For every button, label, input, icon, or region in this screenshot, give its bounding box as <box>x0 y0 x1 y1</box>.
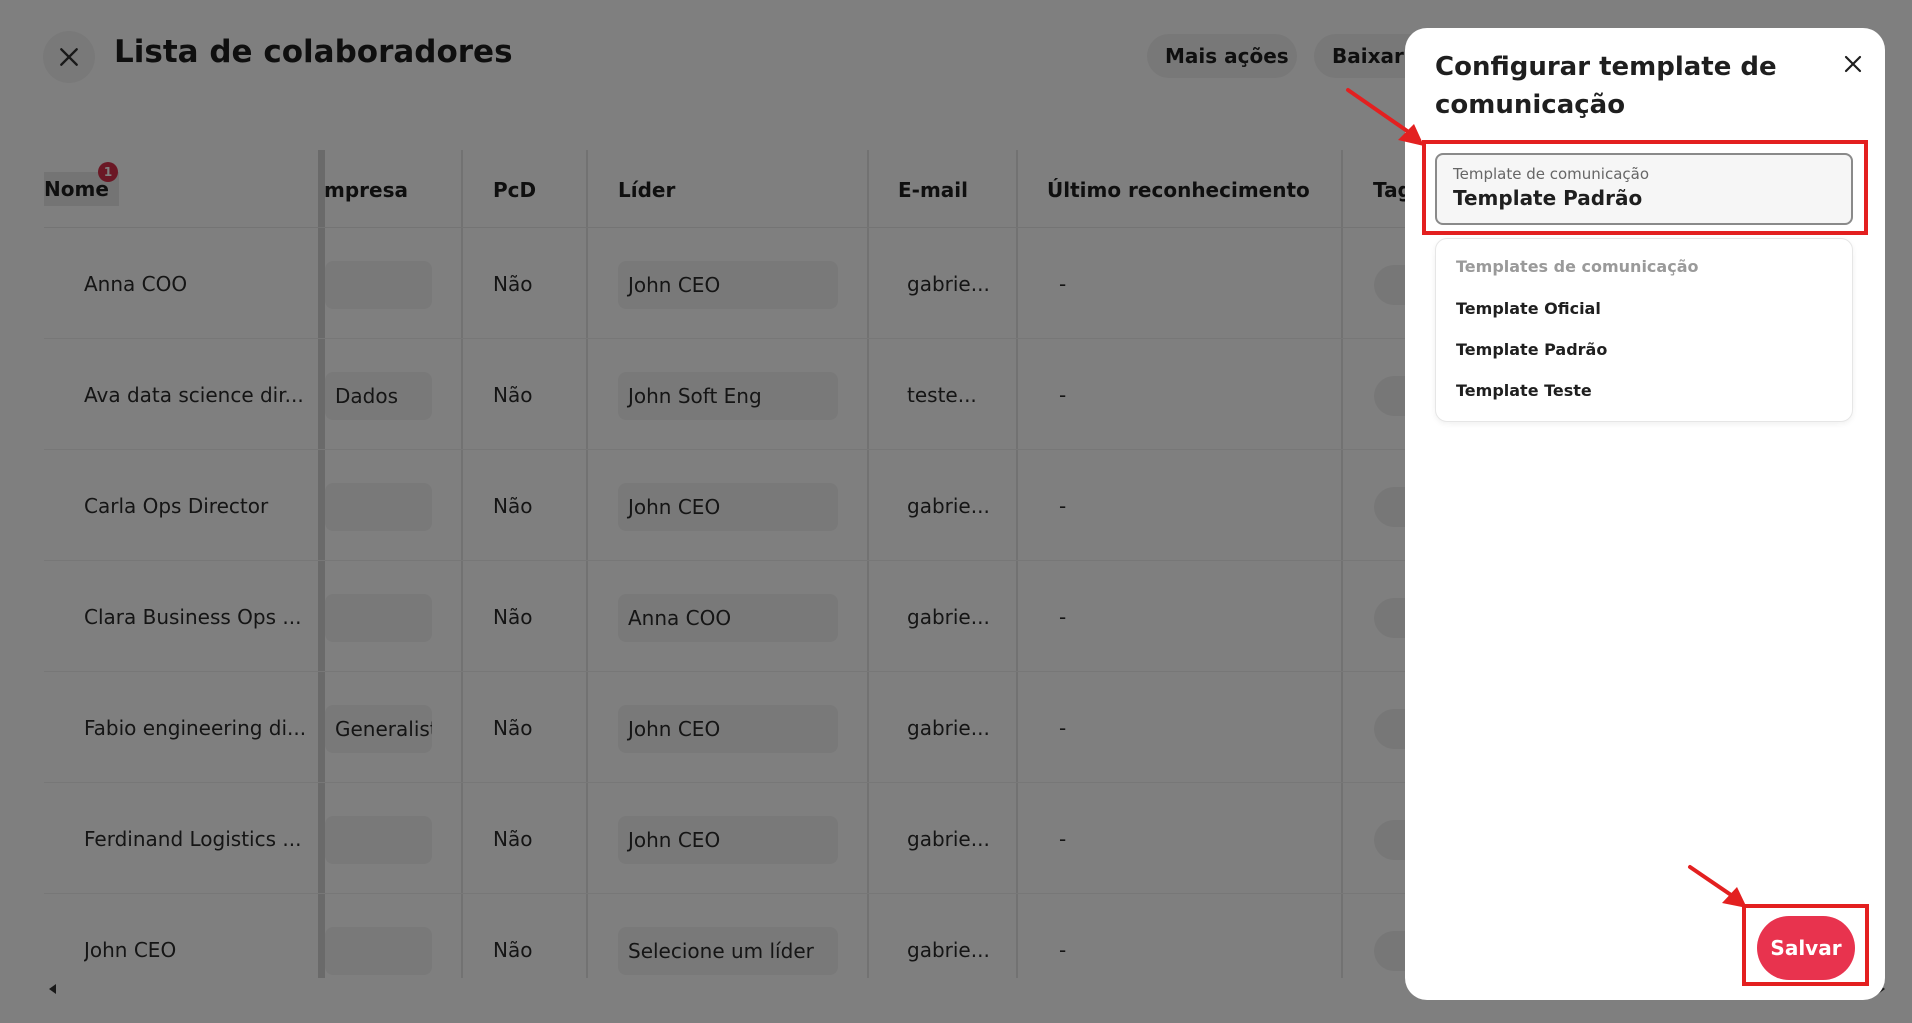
menu-item-template-padrao[interactable]: Template Padrão <box>1456 340 1607 359</box>
template-dropdown-menu: Templates de comunicação Template Oficia… <box>1435 238 1853 422</box>
close-icon <box>1844 55 1862 73</box>
drawer-title: Configurar template de comunicação <box>1435 52 1777 120</box>
highlight-box-template-field <box>1422 140 1868 235</box>
drawer-close-button[interactable] <box>1835 46 1871 82</box>
menu-item-template-oficial[interactable]: Template Oficial <box>1456 299 1601 318</box>
menu-item-template-teste[interactable]: Template Teste <box>1456 381 1592 400</box>
highlight-box-save-button <box>1742 904 1869 986</box>
menu-group-header: Templates de comunicação <box>1456 257 1699 276</box>
